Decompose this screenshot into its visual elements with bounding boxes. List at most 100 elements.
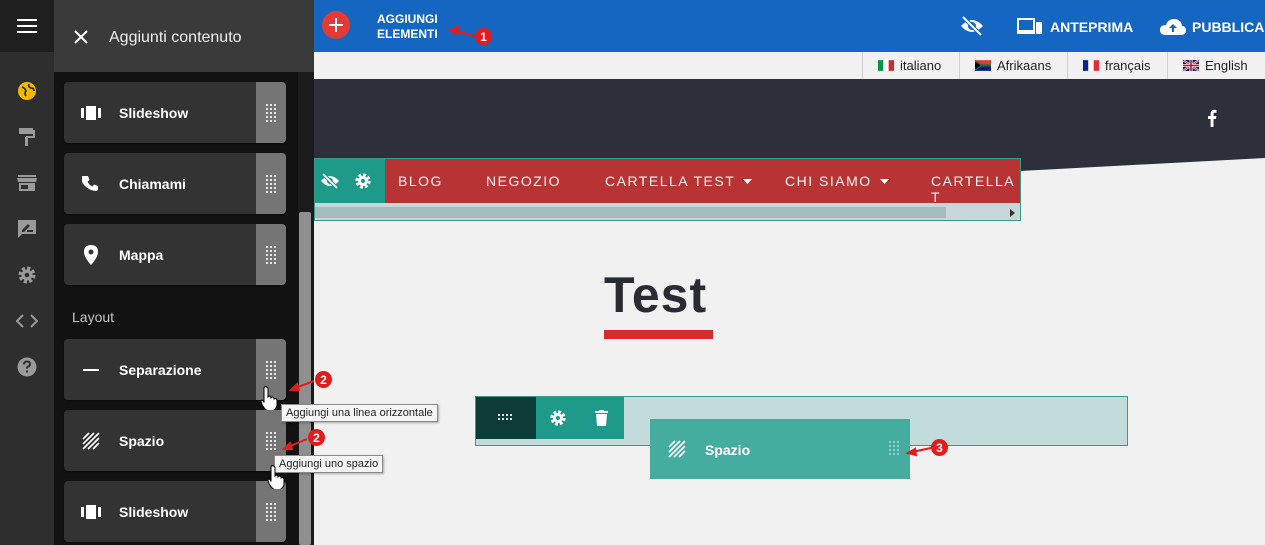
plus-icon — [329, 18, 343, 32]
nav-hide-button[interactable] — [315, 159, 339, 203]
gear-icon — [18, 266, 36, 284]
language-italiano[interactable]: italiano — [862, 52, 959, 79]
nav-item-test-folder-2[interactable]: CARTELLA T — [931, 173, 1020, 205]
facebook-link[interactable] — [1207, 109, 1223, 127]
hand-cursor-icon — [261, 386, 278, 410]
card-label: Spazio — [119, 433, 165, 449]
code-icon — [16, 314, 38, 328]
annotation-marker: 2 — [315, 371, 332, 388]
panel-title: Aggiunti contenuto — [109, 29, 242, 46]
hatch-space-icon — [79, 410, 103, 471]
horizontal-line-icon — [79, 339, 103, 400]
content-card-slideshow[interactable]: Slideshow — [64, 481, 286, 542]
content-card-map[interactable]: Mappa — [64, 224, 286, 285]
icon-rail — [0, 0, 54, 545]
preview-label: ANTEPRIMA — [1050, 19, 1134, 35]
hatch-space-icon — [668, 440, 686, 458]
header-slant — [1020, 158, 1265, 182]
content-card-call-me[interactable]: Chiamami — [64, 153, 286, 214]
site-nav: BLOG NEGOZIO CARTELLA TEST CHI SIAMO CAR… — [314, 158, 1021, 221]
caret-down-icon — [743, 179, 753, 185]
drag-handle[interactable] — [256, 153, 286, 214]
feedback-icon — [18, 220, 36, 238]
caret-down-icon — [880, 179, 890, 185]
publish-button[interactable]: PUBBLICA — [1160, 16, 1265, 38]
language-afrikaans[interactable]: Afrikaans — [959, 52, 1067, 79]
language-bar: italiano Afrikaans français English — [314, 52, 1265, 79]
content-card-space[interactable]: Spazio — [64, 410, 286, 471]
content-card-separator[interactable]: Separazione — [64, 339, 286, 400]
preview-button[interactable]: ANTEPRIMA — [1017, 16, 1147, 38]
south-africa-flag-icon — [975, 60, 991, 71]
panel-scrollbar-thumb[interactable] — [299, 212, 311, 545]
drag-grip-icon — [266, 360, 276, 379]
italy-flag-icon — [878, 60, 894, 71]
annotation-marker: 2 — [308, 429, 325, 446]
publish-label: PUBBLICA — [1192, 19, 1265, 35]
row-delete-button[interactable] — [579, 397, 624, 439]
heading-underline — [604, 330, 713, 339]
drag-grip-icon — [266, 103, 276, 122]
add-elements-button[interactable] — [322, 11, 350, 39]
map-pin-icon — [79, 224, 103, 285]
content-card-slideshow[interactable]: Slideshow — [64, 82, 286, 143]
language-english[interactable]: English — [1167, 52, 1265, 79]
eye-off-icon — [321, 173, 339, 189]
rail-code-button[interactable] — [0, 306, 54, 336]
rail-store-button[interactable] — [0, 168, 54, 198]
section-label-layout: Layout — [72, 309, 115, 325]
nav-item-about-us[interactable]: CHI SIAMO — [785, 173, 890, 189]
annotation-marker: 3 — [931, 439, 948, 456]
drag-grip-icon — [498, 414, 512, 420]
drag-handle[interactable] — [256, 224, 286, 285]
drag-grip-icon — [889, 441, 899, 462]
panel-header: Aggiunti contenuto — [54, 0, 314, 72]
nav-item-test-folder[interactable]: CARTELLA TEST — [605, 173, 753, 189]
tooltip-space: Aggiungi uno spazio — [274, 455, 384, 473]
dragged-space-element[interactable]: Spazio — [650, 419, 910, 479]
add-elements-label[interactable]: AGGIUNGI ELEMENTI — [377, 12, 467, 42]
rail-paint-button[interactable] — [0, 122, 54, 152]
card-label: Slideshow — [119, 105, 189, 121]
rail-settings-button[interactable] — [0, 260, 54, 290]
nav-item-shop[interactable]: NEGOZIO — [486, 173, 561, 189]
card-label: Chiamami — [119, 176, 186, 192]
close-panel-button[interactable] — [72, 28, 90, 46]
row-settings-button[interactable] — [536, 397, 579, 439]
phone-icon — [79, 153, 103, 214]
devices-icon — [1017, 18, 1042, 34]
row-drag-handle[interactable] — [476, 397, 536, 439]
rail-help-button[interactable] — [0, 352, 54, 382]
language-francais[interactable]: français — [1067, 52, 1167, 79]
drag-grip-icon — [266, 502, 276, 521]
help-icon — [17, 357, 37, 377]
nav-scrollbar-thumb[interactable] — [315, 207, 946, 218]
rail-feedback-button[interactable] — [0, 214, 54, 244]
card-label: Mappa — [119, 247, 164, 263]
eye-off-icon — [961, 15, 983, 37]
hamburger-icon — [17, 19, 37, 33]
scroll-right-arrow-icon[interactable] — [1010, 209, 1016, 217]
paint-roller-icon — [19, 128, 35, 146]
tooltip-separator: Aggiungi una linea orizzontale — [281, 404, 438, 422]
drag-grip-icon — [266, 174, 276, 193]
annotation-marker: 1 — [475, 28, 492, 45]
hide-button[interactable] — [960, 15, 984, 37]
gear-icon — [549, 410, 566, 426]
nav-settings-button[interactable] — [341, 159, 385, 203]
hand-cursor-icon — [268, 465, 285, 489]
drag-grip-icon — [266, 431, 276, 450]
nav-tools — [315, 159, 385, 203]
rail-globe-button[interactable] — [0, 76, 54, 106]
nav-item-blog[interactable]: BLOG — [398, 173, 443, 189]
uk-flag-icon — [1183, 60, 1199, 71]
drag-handle[interactable] — [256, 481, 286, 542]
nav-horizontal-scrollbar[interactable] — [315, 203, 1020, 220]
menu-button[interactable] — [0, 0, 54, 52]
cloud-upload-icon — [1160, 19, 1186, 35]
drag-grip-icon — [266, 245, 276, 264]
drag-handle[interactable] — [256, 82, 286, 143]
globe-icon — [18, 82, 36, 100]
store-icon — [17, 175, 37, 191]
card-label: Separazione — [119, 362, 202, 378]
